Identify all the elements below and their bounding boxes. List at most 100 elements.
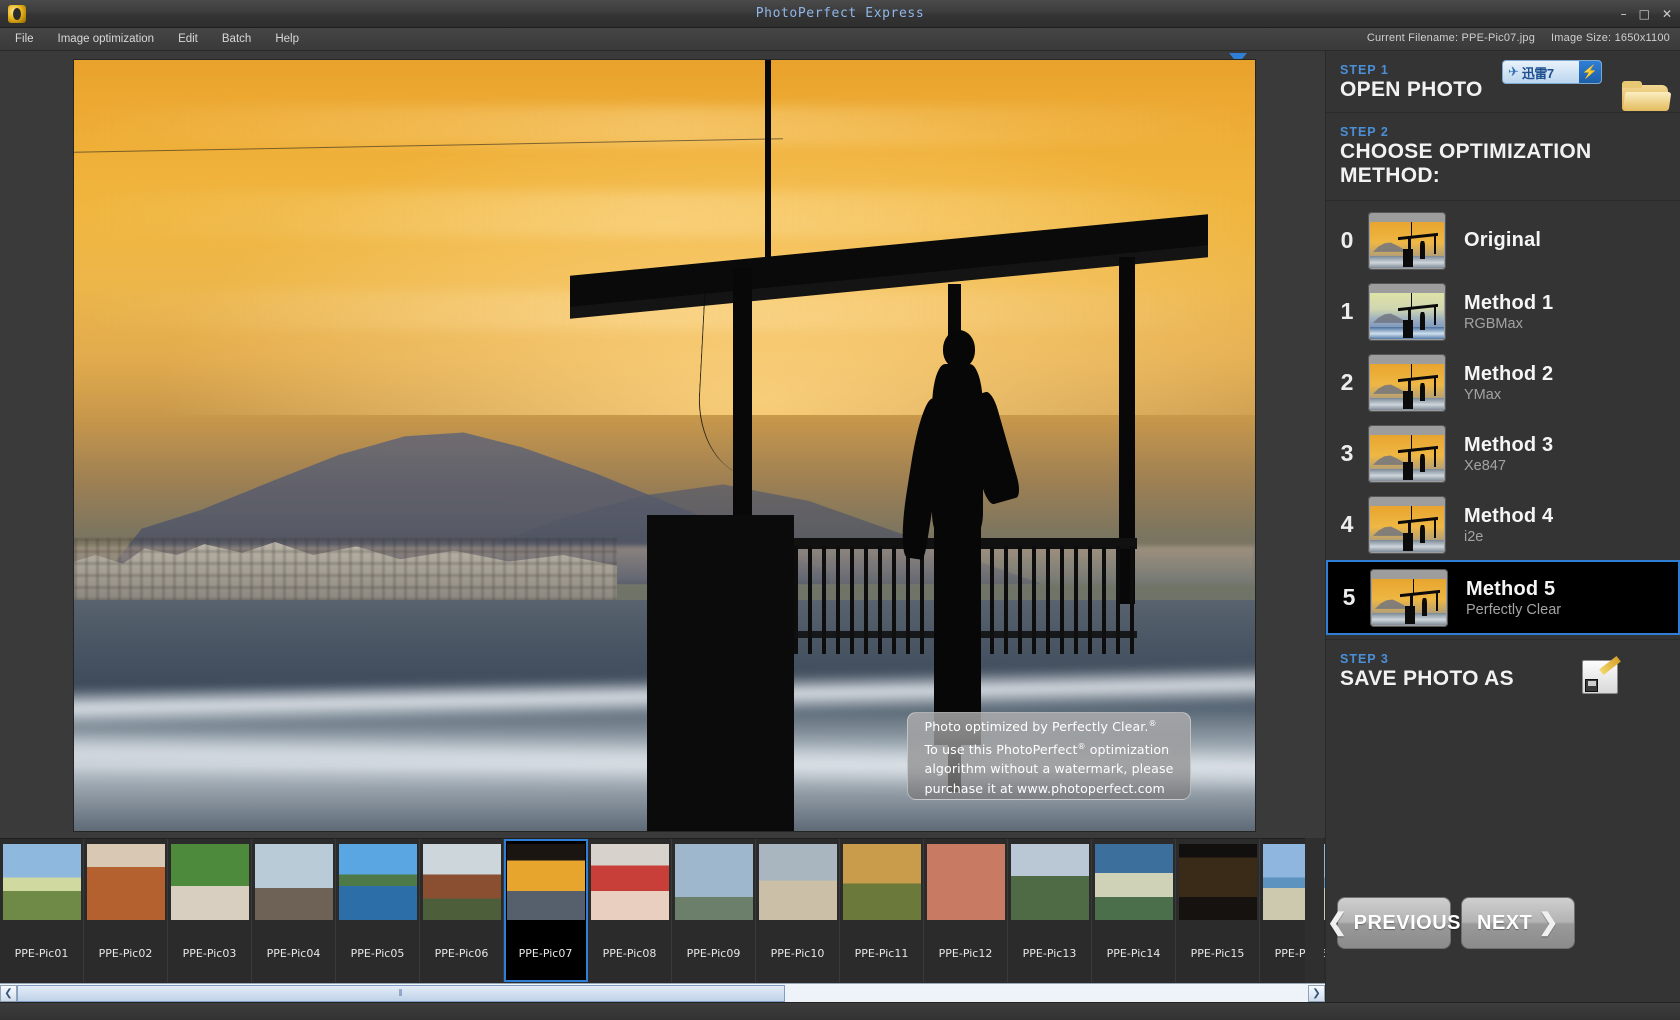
filmstrip-thumb-PPE-Pic06[interactable]: PPE-Pic06 [420,839,504,982]
chevron-right-icon: ❯ [1538,909,1559,936]
save-as-icon[interactable] [1582,655,1621,694]
method-name: Original [1464,229,1542,251]
method-name: Method 5 [1466,577,1556,600]
filmstrip-thumb-PPE-Pic07[interactable]: PPE-Pic07 [504,839,588,982]
photo-canvas[interactable]: Photo optimized by Perfectly Clear.® To … [73,59,1256,832]
thumbnail-image [674,844,753,920]
thumbnail-caption: PPE-Pic04 [266,947,321,960]
method-row-5[interactable]: 5 Method 5 Perfectly Clear [1326,560,1680,635]
thumbnail-caption: PPE-Pic15 [1190,947,1245,960]
thumbnail-caption: PPE-Pic06 [434,947,489,960]
filmstrip-thumb-PPE-Pic09[interactable]: PPE-Pic09 [672,839,756,982]
step-1-open-photo[interactable]: STEP 1 OPEN PHOTO ✈ 迅雷7 ⚡ [1326,51,1680,113]
method-label: Method 5 Perfectly Clear [1460,578,1668,618]
maximize-icon[interactable]: □ [1639,8,1650,20]
menu-file[interactable]: File [12,31,37,47]
method-row-0[interactable]: 0 Original [1326,205,1680,276]
menu-help[interactable]: Help [272,31,302,47]
method-subtitle: Xe847 [1464,457,1506,474]
sidebar-panel: STEP 1 OPEN PHOTO ✈ 迅雷7 ⚡ STEP 2 CHOOSE … [1325,51,1680,1020]
method-subtitle: YMax [1464,386,1502,403]
thumbnail-image [338,844,417,920]
thumbnail-image [506,844,585,920]
thumbnail-caption: PPE-Pic05 [350,947,405,960]
next-button-label: NEXT [1477,911,1533,934]
filmstrip-thumb-PPE-Pic11[interactable]: PPE-Pic11 [840,839,924,982]
filmstrip-thumb-PPE-Pic03[interactable]: PPE-Pic03 [168,839,252,982]
thumbnail-caption: PPE-Pic11 [854,947,909,960]
watermark-line-2b: optimization [1085,741,1170,757]
previous-button-label: PREVIOUS [1353,911,1461,934]
filmstrip-right-gutter [1305,838,1324,983]
lightning-icon: ⚡ [1579,61,1601,83]
xunlei-badge[interactable]: ✈ 迅雷7 ⚡ [1502,60,1602,84]
scroll-left-arrow-icon[interactable]: ❮ [0,984,17,1002]
step-3-save-photo[interactable]: STEP 3 SAVE PHOTO AS [1326,639,1680,703]
method-number: 1 [1340,298,1354,324]
method-name: Method 4 [1464,504,1554,527]
menu-edit[interactable]: Edit [175,31,201,47]
method-thumbnail[interactable] [1368,211,1446,270]
thumbnail-image [86,844,165,920]
scroll-right-arrow-icon[interactable]: ❯ [1308,984,1325,1002]
filmstrip-thumb-PPE-Pic15[interactable]: PPE-Pic15 [1176,839,1260,982]
thumbnail-filmstrip[interactable]: PPE-Pic01 PPE-Pic02 PPE-Pic03 PPE-Pic04 PPE-… [0,838,1325,983]
method-number: 3 [1340,440,1354,466]
method-row-4[interactable]: 4 Method 4 i2e [1326,489,1680,560]
filmstrip-thumb-PPE-Pic14[interactable]: PPE-Pic14 [1092,839,1176,982]
watermark-notice: Photo optimized by Perfectly Clear.® To … [907,712,1191,800]
scrollbar-track[interactable]: ⦀ [17,984,1308,1002]
method-label: Method 1 RGBMax [1458,292,1670,332]
folder-icon[interactable] [1622,77,1672,111]
filmstrip-thumb-PPE-Pic05[interactable]: PPE-Pic05 [336,839,420,982]
method-row-2[interactable]: 2 Method 2 YMax [1326,347,1680,418]
method-thumbnail[interactable] [1368,353,1446,412]
method-number: 5 [1342,584,1356,610]
thumbnail-caption: PPE-Pic10 [770,947,825,960]
watermark-line-3: algorithm without a watermark, please [924,761,1174,777]
chevron-left-icon: ❮ [1327,909,1348,936]
previous-button[interactable]: ❮ PREVIOUS [1327,897,1460,949]
thumbnail-image [170,844,249,920]
scrollbar-thumb[interactable]: ⦀ [17,984,785,1002]
thumbnail-caption: PPE-Pic01 [14,947,69,960]
window-controls: – □ ✕ [1621,8,1672,20]
thumbnail-image [1094,844,1173,920]
method-row-1[interactable]: 1 Method 1 RGBMax [1326,276,1680,347]
filmstrip-thumb-PPE-Pic08[interactable]: PPE-Pic08 [588,839,672,982]
menu-batch[interactable]: Batch [219,31,254,47]
method-subtitle: Perfectly Clear [1466,601,1562,618]
next-button[interactable]: NEXT ❯ [1461,897,1575,949]
method-label: Method 3 Xe847 [1458,434,1670,474]
thumbnail-caption: PPE-Pic13 [1022,947,1077,960]
filmstrip-thumb-PPE-Pic01[interactable]: PPE-Pic01 [0,839,84,982]
photoperfect-express-window: PhotoPerfect Express – □ ✕ File Image op… [0,0,1680,1020]
filmstrip-thumb-PPE-Pic13[interactable]: PPE-Pic13 [1008,839,1092,982]
method-subtitle: i2e [1464,528,1484,545]
minimize-icon[interactable]: – [1621,8,1627,20]
filmstrip-scrollbar[interactable]: ❮ ⦀ ❯ [0,983,1325,1002]
step-2-choose-method: STEP 2 CHOOSE OPTIMIZATION METHOD: [1326,113,1680,201]
filmstrip-thumb-PPE-Pic10[interactable]: PPE-Pic10 [756,839,840,982]
image-size-label: Image Size: 1650x1100 [1551,32,1670,44]
close-icon[interactable]: ✕ [1662,8,1672,20]
filmstrip-thumb-PPE-Pic02[interactable]: PPE-Pic02 [84,839,168,982]
method-row-3[interactable]: 3 Method 3 Xe847 [1326,418,1680,489]
thumbnail-caption: PPE-Pic03 [182,947,237,960]
thumbnail-caption: PPE-Pic08 [602,947,657,960]
method-thumbnail[interactable] [1370,568,1448,627]
method-thumbnail[interactable] [1368,282,1446,341]
thumbnail-caption: PPE-Pic12 [938,947,993,960]
method-thumbnail[interactable] [1368,424,1446,483]
thumbnail-image [1178,844,1257,920]
filmstrip-thumb-PPE-Pic04[interactable]: PPE-Pic04 [252,839,336,982]
method-name: Method 1 [1464,291,1554,314]
menu-image-optimization[interactable]: Image optimization [55,31,158,47]
step-2-title: CHOOSE OPTIMIZATION METHOD: [1340,140,1592,187]
filmstrip-thumb-PPE-Pic12[interactable]: PPE-Pic12 [924,839,1008,982]
optimization-method-list: 0 Original 1 Method 1 RGBMax 2 Method 2 YMax 3 Me… [1326,201,1680,635]
method-thumbnail[interactable] [1368,495,1446,554]
thumbnail-image [2,844,81,920]
watermark-line-4: purchase it at www.photoperfect.com [924,780,1165,796]
method-label: Original [1458,229,1670,252]
